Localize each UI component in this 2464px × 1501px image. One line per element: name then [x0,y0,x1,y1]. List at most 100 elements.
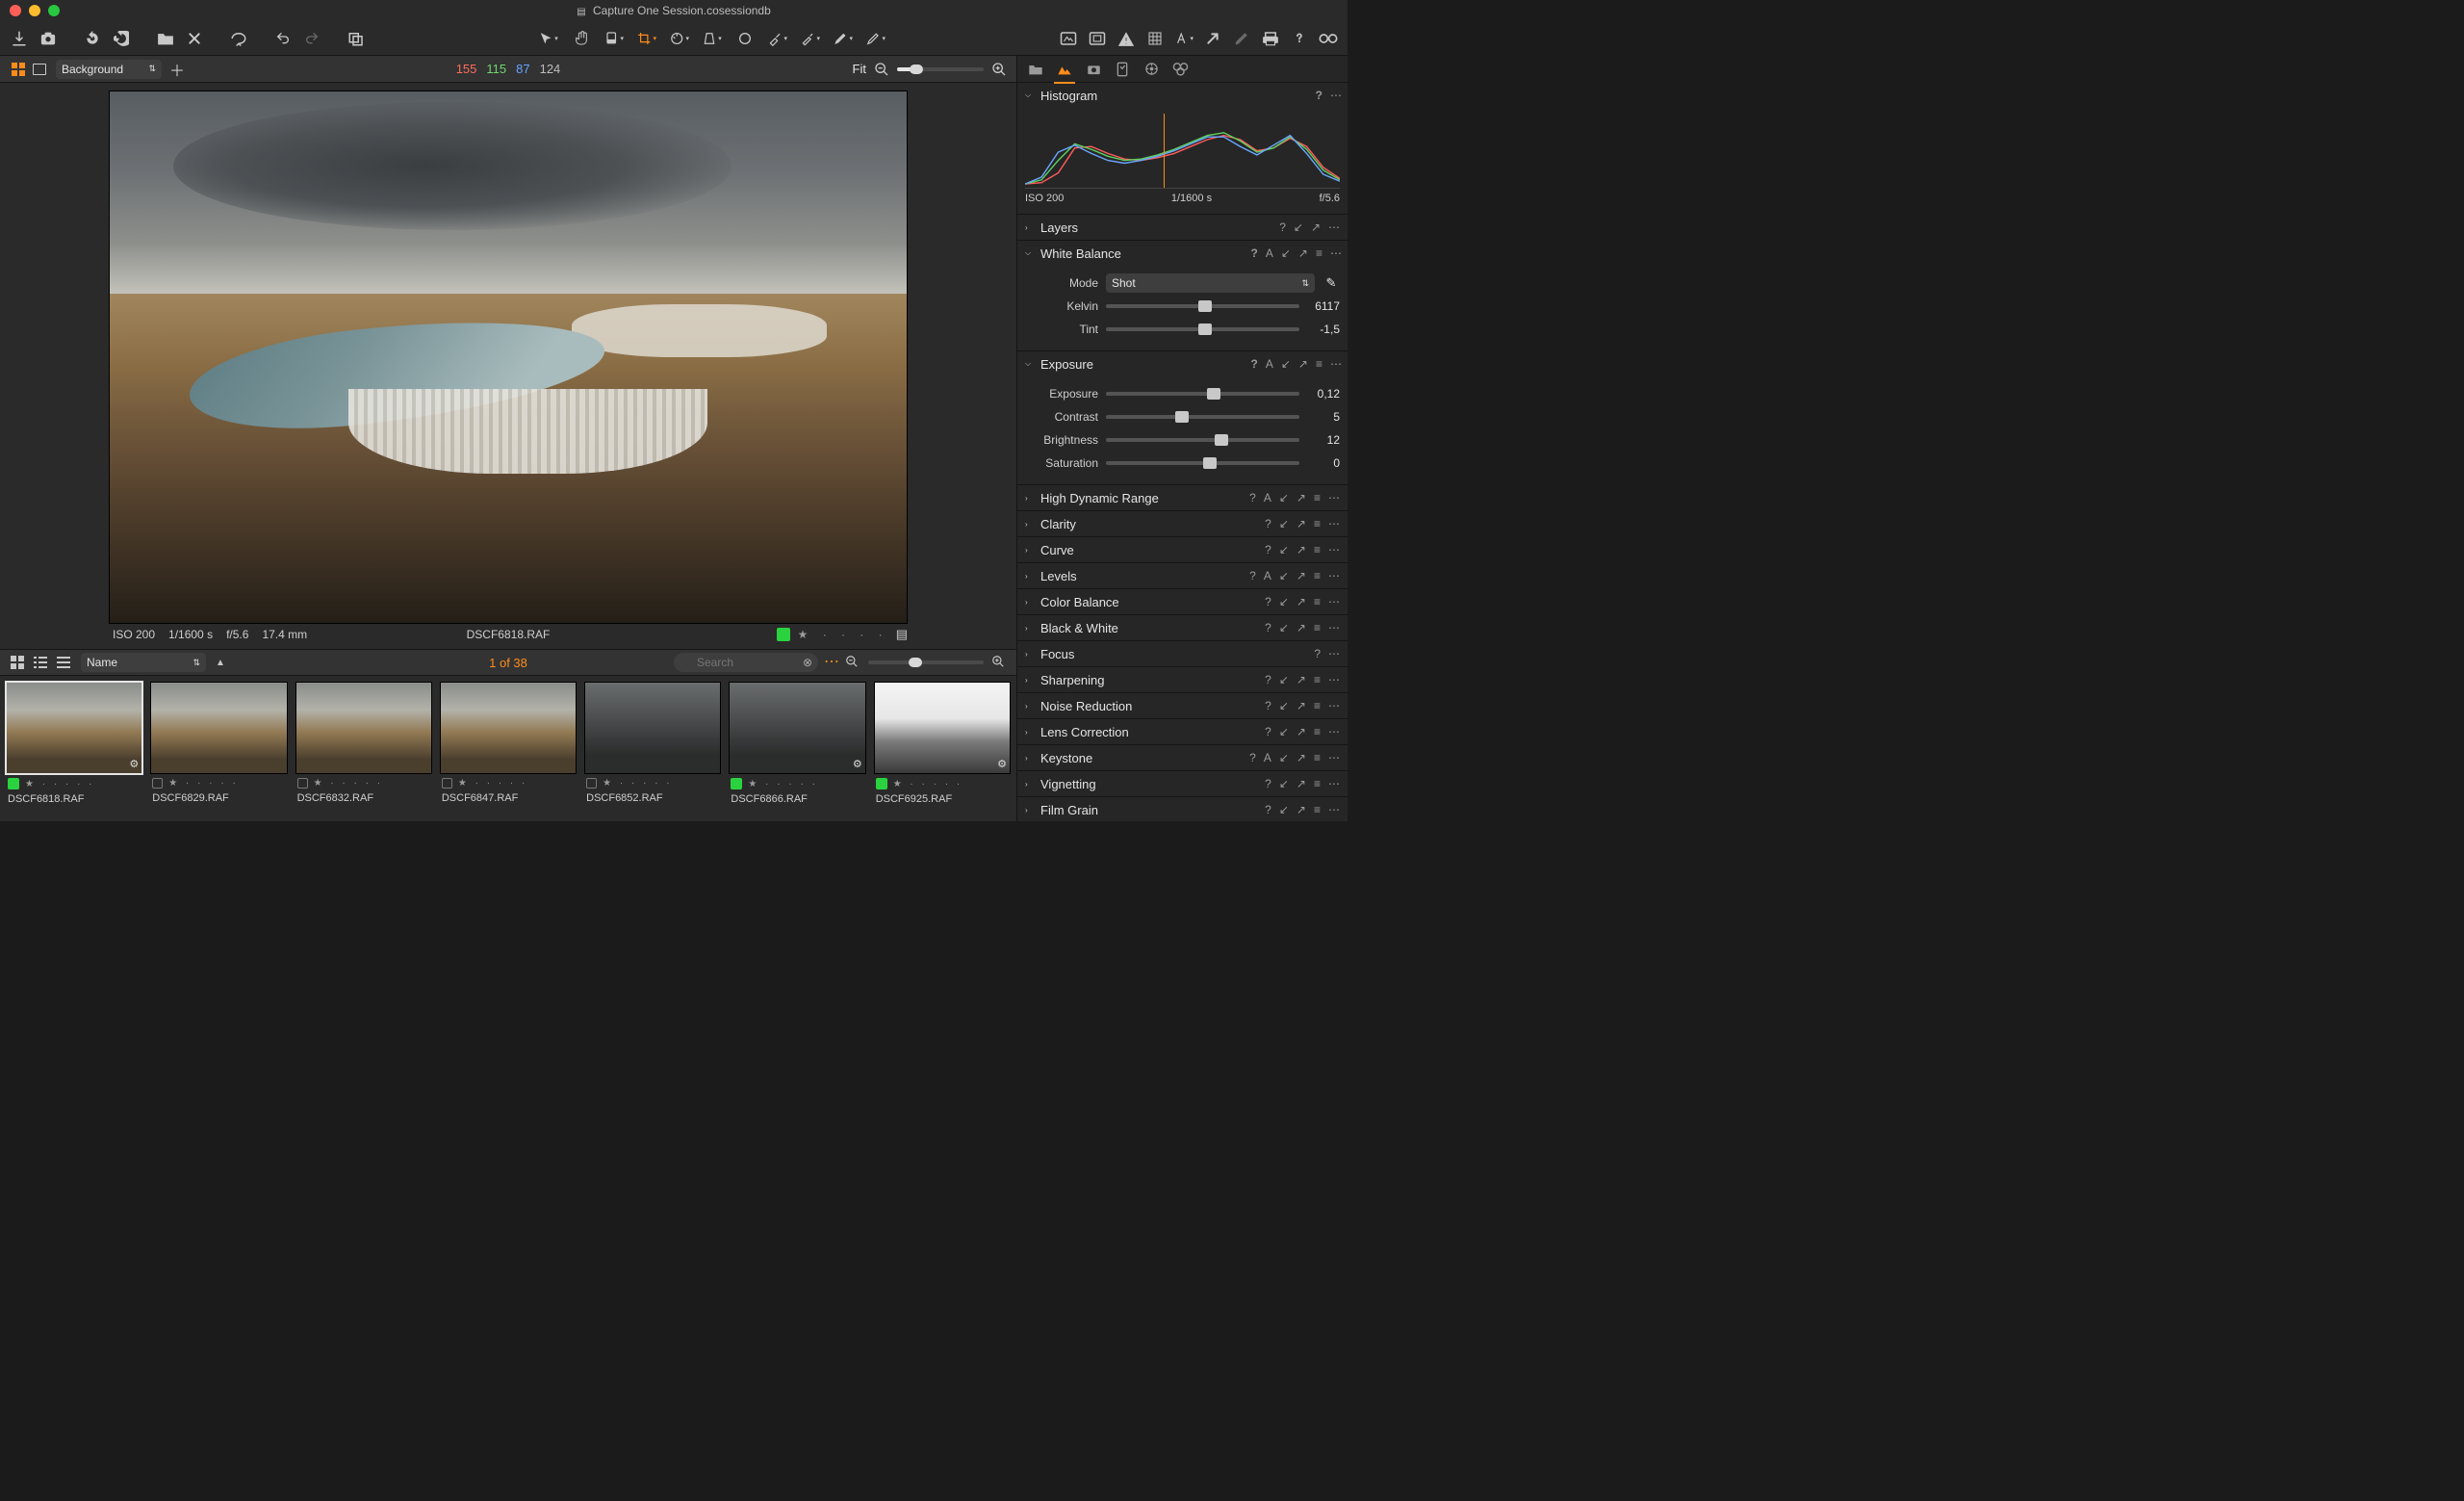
panel-help-icon[interactable]: ? [1316,89,1322,102]
panel-head[interactable]: ›Curve?↙↗≡⋯ [1017,537,1348,562]
keystone-tool-icon[interactable]: ▾ [703,29,722,48]
panel-action-icon[interactable]: ⋯ [1328,803,1340,816]
panel-head[interactable]: ›Layers?↙↗⋯ [1017,215,1348,240]
color-tag-green[interactable] [777,628,790,641]
single-view-button[interactable] [31,61,48,78]
panel-action-icon[interactable]: ↗ [1296,725,1306,738]
panel-action-icon[interactable]: ↗ [1296,595,1306,608]
panel-action-icon[interactable]: ↙ [1279,751,1289,764]
panel-action-icon[interactable]: ⋯ [1328,673,1340,686]
undo-icon[interactable] [273,29,293,48]
panel-action-icon[interactable]: ↙ [1279,543,1289,556]
panel-action-icon[interactable]: ≡ [1314,699,1321,712]
delete-icon[interactable] [185,29,204,48]
print-icon[interactable] [1261,29,1280,48]
select-checkbox[interactable] [442,778,452,789]
panel-action-icon[interactable]: ≡ [1314,569,1321,582]
panel-action-icon[interactable]: ⋯ [1328,595,1340,608]
panel-action-icon[interactable]: ? [1279,220,1286,234]
select-checkbox[interactable] [152,778,163,789]
panel-preset-icon[interactable]: ≡ [1316,357,1322,371]
panel-action-icon[interactable]: ≡ [1314,751,1321,764]
panel-action-icon[interactable]: ⋯ [1328,491,1340,505]
panel-action-icon[interactable]: ⋯ [1328,751,1340,764]
panel-action-icon[interactable]: ↙ [1279,725,1289,738]
panel-auto-icon[interactable]: A [1266,357,1273,371]
panel-action-icon[interactable]: ? [1249,569,1256,582]
panel-head[interactable]: ›Noise Reduction?↙↗≡⋯ [1017,693,1348,718]
panel-action-icon[interactable]: ↙ [1279,569,1289,582]
kelvin-slider[interactable] [1106,304,1299,308]
spot-tool-icon[interactable] [735,29,755,48]
panel-action-icon[interactable]: ? [1314,647,1321,660]
warning-icon[interactable] [1116,29,1136,48]
panel-action-icon[interactable]: ↙ [1279,621,1289,634]
export-icon[interactable] [1203,29,1222,48]
list-view-icon[interactable] [33,655,48,670]
annotation-icon[interactable]: ▾ [1174,29,1194,48]
filmstrip-view-icon[interactable] [56,655,71,670]
panel-action-icon[interactable]: ⋯ [1328,699,1340,712]
thumbnail-rating[interactable]: ★ · · · · · [893,779,963,789]
image-preview[interactable] [109,91,908,624]
panel-preset-icon[interactable]: ≡ [1316,246,1322,260]
import-icon[interactable] [10,29,29,48]
pan-tool-icon[interactable] [572,29,591,48]
panel-action-icon[interactable]: ↗ [1296,543,1306,556]
zoom-fit-label[interactable]: Fit [853,62,866,76]
panel-action-icon[interactable]: ? [1265,725,1271,738]
sort-direction-button[interactable]: ▲ [216,658,225,668]
panel-head-histogram[interactable]: ⌵ Histogram ?⋯ [1017,83,1348,108]
thumbnail-rating[interactable]: ★ · · · · · [25,779,95,789]
thumbnail-image[interactable] [584,682,721,774]
rating-stars[interactable]: ★ · · · · [798,628,888,641]
panel-head[interactable]: ›Color Balance?↙↗≡⋯ [1017,589,1348,614]
panel-action-icon[interactable]: ⋯ [1328,220,1340,234]
multi-view-button[interactable] [10,61,27,78]
panel-action-icon[interactable]: ? [1265,543,1271,556]
thumbnail-rating[interactable]: ★ · · · · · [168,778,239,789]
capture-tab-icon[interactable] [1085,61,1102,78]
move-to-folder-icon[interactable] [156,29,175,48]
capture-icon[interactable] [38,29,58,48]
gear-icon[interactable]: ⚙ [129,758,139,770]
panel-action-icon[interactable]: ↗ [1311,220,1321,234]
thumbnail[interactable]: ★ · · · · ·DSCF6852.RAF [584,682,721,817]
select-tool-icon[interactable]: ▾ [539,29,558,48]
zoom-slider[interactable] [897,67,984,71]
panel-apply-icon[interactable]: ↗ [1298,357,1308,371]
styles-tab-icon[interactable] [1171,61,1189,78]
exposure-tab-icon[interactable] [1056,61,1073,78]
panel-action-icon[interactable]: ≡ [1314,725,1321,738]
panel-action-icon[interactable]: ≡ [1314,491,1321,505]
panel-action-icon[interactable]: ⋯ [1328,647,1340,660]
thumbnail-rating[interactable]: ★ · · · · · [458,778,528,789]
panel-action-icon[interactable]: ? [1265,777,1271,790]
crop-tool-icon[interactable]: ▾ [637,29,656,48]
thumbnail-rating[interactable]: ★ · · · · · [748,779,818,789]
erase-mask-icon[interactable]: ▾ [866,29,886,48]
panel-apply-icon[interactable]: ↗ [1298,246,1308,260]
select-checkbox[interactable] [586,778,597,789]
panel-action-icon[interactable]: ⋯ [1328,621,1340,634]
thumbnail[interactable]: ★ · · · · ·DSCF6847.RAF [440,682,577,817]
panel-action-icon[interactable]: ≡ [1314,803,1321,816]
draw-mask-icon[interactable]: ▾ [834,29,853,48]
thumbnail[interactable]: ⚙★ · · · · ·DSCF6925.RAF [874,682,1011,817]
kelvin-value[interactable]: 6117 [1307,299,1340,313]
add-layer-button[interactable]: ＋ [169,58,185,81]
panel-action-icon[interactable]: ↗ [1296,673,1306,686]
panel-copy-icon[interactable]: ↙ [1281,246,1291,260]
zoom-in-icon[interactable] [991,62,1007,77]
panel-head[interactable]: ›Focus?⋯ [1017,641,1348,666]
thumbnail[interactable]: ★ · · · · ·DSCF6829.RAF [150,682,287,817]
panel-action-icon[interactable]: ≡ [1314,517,1321,531]
tint-slider[interactable] [1106,327,1299,331]
panel-action-icon[interactable]: ↙ [1279,491,1289,505]
help-icon[interactable] [1290,29,1309,48]
panel-head-exposure[interactable]: ⌵ Exposure ? A ↙ ↗ ≡ ⋯ [1017,351,1348,376]
thumbnail-image[interactable]: ⚙ [729,682,865,774]
panel-menu-icon[interactable]: ⋯ [1330,246,1340,260]
panel-head[interactable]: ›Clarity?↙↗≡⋯ [1017,511,1348,536]
panel-action-icon[interactable]: A [1264,491,1271,505]
